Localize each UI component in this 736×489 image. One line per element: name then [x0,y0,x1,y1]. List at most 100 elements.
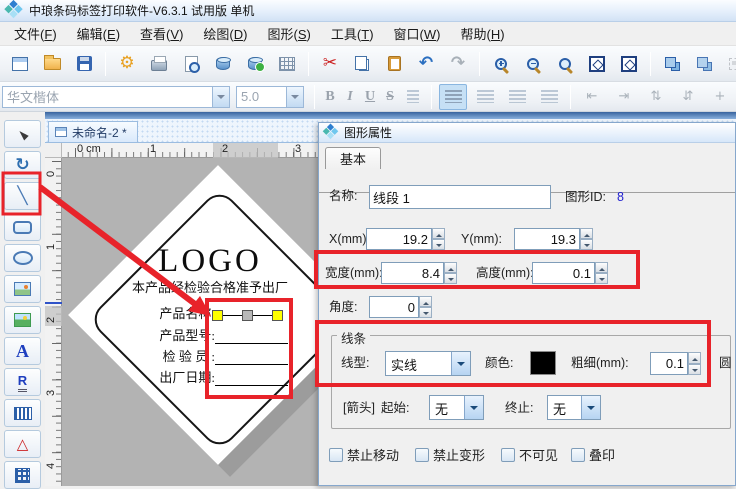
width-spinner[interactable] [444,262,457,284]
font-size-combo[interactable]: 5.0 [236,86,304,108]
resize-handle-start[interactable] [212,310,223,321]
zoom-out-button[interactable] [519,51,547,77]
design-canvas[interactable]: LOGO 本产品经检验合格准予出厂 产品名称: 产品型号: 检 验 员 : 出厂… [62,158,318,486]
menu-edit[interactable]: 编辑(E) [67,21,130,46]
select-frame-button[interactable] [722,51,736,77]
chevron-down-icon[interactable] [464,396,483,419]
distribute-center-button[interactable]: + [706,84,734,110]
line-type-dropdown[interactable]: 实线 [385,351,471,376]
chevron-down-icon[interactable] [451,352,470,375]
undo-button[interactable]: ↶ [412,51,440,77]
arrow-start-dropdown[interactable]: 无 [429,395,484,420]
print-button[interactable] [145,51,173,77]
distribute-right-button[interactable]: ⇥ [610,84,638,110]
database-check-icon [248,57,262,70]
weight-spinner[interactable] [688,352,701,375]
document-tab[interactable]: 未命名-2 * [48,121,138,142]
zoom-out-icon [527,58,539,70]
tool-text[interactable]: A [4,337,41,365]
height-input[interactable] [532,262,595,284]
label-row-model: 产品型号: [95,325,215,344]
menu-tools[interactable]: 工具(T) [321,21,384,46]
italic-button[interactable]: I [340,89,360,105]
chevron-down-icon[interactable] [581,396,600,419]
menu-view[interactable]: 查看(V) [130,21,193,46]
tool-rich-text[interactable]: R [4,368,41,396]
distribute-left-button[interactable]: ⇤ [578,84,606,110]
tool-select[interactable]: ◄ [4,120,41,148]
align-left-button[interactable] [439,84,467,110]
arrow-end-dropdown[interactable]: 无 [547,395,601,420]
y-input[interactable] [514,228,580,250]
angle-input[interactable] [369,296,419,318]
align-right-button[interactable] [503,84,531,110]
fit-selection-button[interactable] [583,51,611,77]
tab-basic[interactable]: 基本 [325,147,381,169]
menu-file[interactable]: 文件(F) [4,21,67,46]
zoom-button[interactable] [551,51,579,77]
tool-barcode[interactable] [4,399,41,427]
grid-toggle-button[interactable] [273,51,301,77]
menu-help[interactable]: 帮助(H) [451,21,515,46]
x-spinner[interactable] [432,228,445,250]
ungroup-icon [703,62,712,71]
distribute-bottom-button[interactable]: ⇵ [674,84,702,110]
ungroup-button[interactable] [690,51,718,77]
y-spinner[interactable] [580,228,593,250]
align-center-button[interactable] [471,84,499,110]
tool-shape[interactable]: △ [4,430,41,458]
tool-ellipse[interactable] [4,244,41,272]
angle-spinner[interactable] [419,296,432,318]
weight-input[interactable] [650,352,688,375]
align-justify-button[interactable] [535,84,563,110]
group-icon [671,62,680,71]
strikethrough-button[interactable]: S [380,89,400,105]
tool-qrcode[interactable] [4,461,41,489]
fill-line [215,385,288,386]
label-subtitle-text: 本产品经检验合格准予出厂 [92,277,318,296]
width-input[interactable] [381,262,444,284]
arrow-start-value: 无 [430,396,464,419]
settings-button[interactable]: ⚙ [113,51,141,77]
copy-button[interactable] [348,51,376,77]
zoom-in-button[interactable] [487,51,515,77]
x-input[interactable] [366,228,432,250]
tool-rotate[interactable]: ↻ [4,151,41,179]
print-preview-button[interactable] [177,51,205,77]
text-direction-button[interactable] [402,84,424,110]
tool-rounded-rect[interactable] [4,213,41,241]
checkbox-lock-resize[interactable] [415,448,429,462]
checkbox-overprint[interactable] [571,448,585,462]
name-input[interactable] [369,185,551,209]
menu-window[interactable]: 窗口(W) [384,21,451,46]
height-spinner[interactable] [595,262,608,284]
tool-line[interactable]: ╲ [4,182,41,210]
color-swatch[interactable] [530,351,556,375]
bold-button[interactable]: B [320,89,340,105]
new-document-button[interactable] [6,51,34,77]
database-connect-button[interactable] [241,51,269,77]
redo-button[interactable]: ↷ [444,51,472,77]
checkbox-lock-move[interactable] [329,448,343,462]
tool-image[interactable] [4,275,41,303]
open-button[interactable] [38,51,66,77]
tool-picture[interactable] [4,306,41,334]
save-button[interactable] [70,51,98,77]
chevron-down-icon[interactable] [212,87,229,107]
checkbox-invisible[interactable] [501,448,515,462]
underline-button[interactable]: U [360,89,380,105]
database-button[interactable] [209,51,237,77]
paste-button[interactable] [380,51,408,77]
resize-handle-end[interactable] [272,310,283,321]
menu-shape[interactable]: 图形(S) [258,21,321,46]
distribute-top-button[interactable]: ⇅ [642,84,670,110]
chevron-down-icon[interactable] [286,87,303,107]
move-handle-middle[interactable] [242,310,253,321]
font-family-combo[interactable]: 华文楷体 [2,86,230,108]
fit-window-button[interactable] [615,51,643,77]
menu-draw[interactable]: 绘图(D) [193,21,257,46]
cut-button[interactable]: ✂ [316,51,344,77]
arrow-start-label: 起始: [381,397,409,419]
title-bar: 中琅条码标签打印软件-V6.3.1 试用版 单机 [0,0,736,22]
group-button[interactable] [658,51,686,77]
